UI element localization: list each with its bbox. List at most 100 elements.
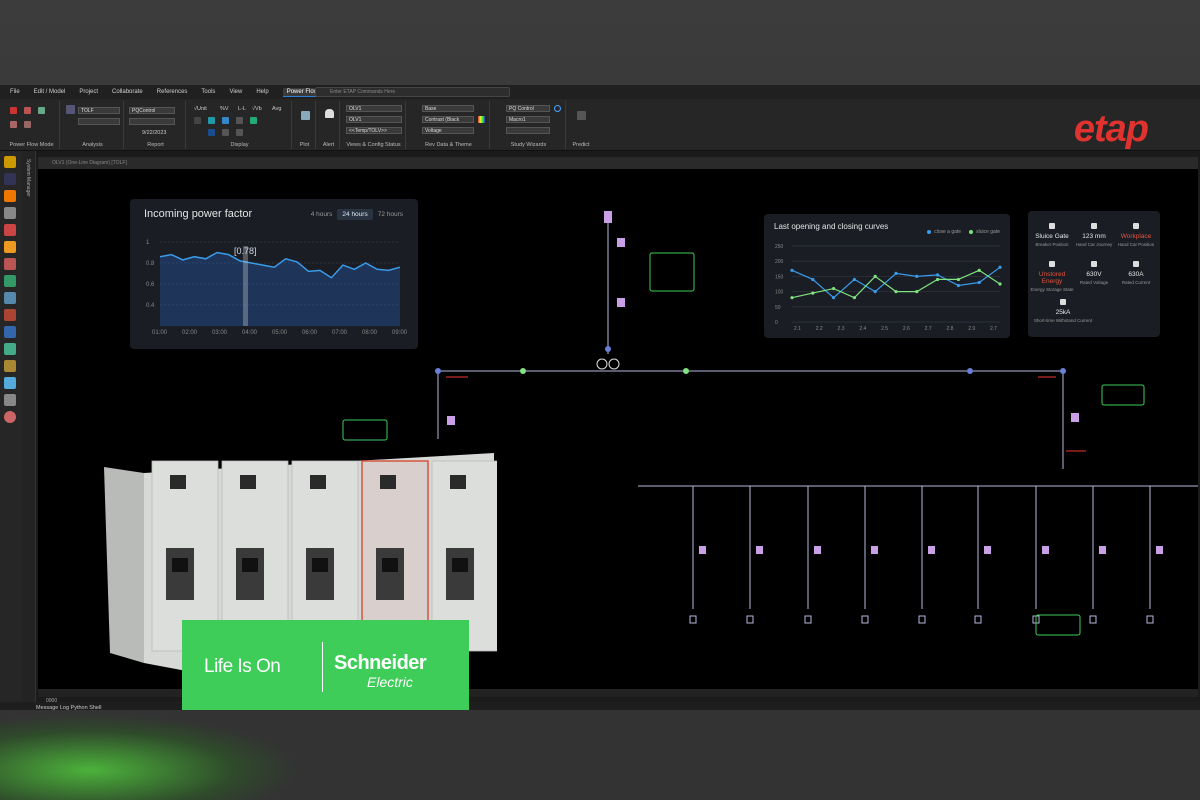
bus-icon[interactable] [4,156,16,168]
predict-icon[interactable] [577,111,586,120]
feeder-relay [871,546,878,554]
feeder-load [689,615,697,624]
info-item: 630A Rated Current [1112,261,1160,285]
data-point [936,273,940,277]
x-tick: 2.7 [990,326,997,332]
system-manager-panel[interactable]: System Manager [22,151,36,711]
info-item: Sluice Gate Breaker Position [1028,223,1076,247]
menu-item[interactable]: References [157,89,188,95]
menu-item[interactable]: File [10,89,20,95]
wave-icon[interactable] [4,292,16,304]
data-point [998,265,1002,269]
x-tick: 2.5 [881,326,888,332]
feeder-load [861,615,869,624]
ribbon-group-analysis: TOLF Analysis [62,101,124,149]
transformer-icon[interactable] [4,173,16,185]
menu-item[interactable]: Tools [201,89,215,95]
stop-icon[interactable] [10,121,17,128]
ribbon-group-display: √Unit %V L-L √Vb Avg Display [188,101,292,149]
data-point [873,274,877,278]
group-label: Views & Config Status [346,142,401,148]
globe-icon[interactable] [4,411,16,423]
warning-icon[interactable] [4,241,16,253]
cabinet-display [310,475,326,489]
cabinet-display [380,475,396,489]
display-icon[interactable] [236,129,243,136]
plot-icon[interactable] [301,111,310,120]
menu-item[interactable]: Help [256,89,268,95]
cabinet-display [170,475,186,489]
menu-item[interactable]: View [229,89,242,95]
pq-icon[interactable] [38,107,45,114]
display-icon[interactable] [222,117,229,124]
display-icon[interactable] [222,129,229,136]
y-tick: 200 [775,259,784,265]
analysis-case-select[interactable]: TOLF [78,107,120,114]
report-case-select[interactable]: PQControl [129,107,175,114]
run-wizard-icon[interactable] [554,105,561,112]
breaker-info-card: Sluice Gate Breaker Position 123 mm Hand Ca… [1028,211,1160,337]
run-icon[interactable] [10,107,17,114]
menu-item[interactable]: Collaborate [112,89,143,95]
current-icon [1133,261,1139,267]
electric-wordmark: Electric [367,674,413,690]
source-icon[interactable] [4,224,16,236]
wind-icon[interactable] [4,377,16,389]
document-tab[interactable]: OLV1 (One-Line Diagram) [TOLF] [38,157,1198,169]
display-avg-toggle[interactable]: Avg [272,106,281,112]
group-label: Study Wizards [510,142,547,148]
palette-icon[interactable] [478,116,485,123]
data-point [956,283,960,288]
etap-logo: etap [1073,108,1149,150]
generator-icon[interactable] [4,258,16,270]
view-select-2[interactable]: OLV1 [346,116,402,123]
display-icon[interactable] [208,129,215,136]
display-ll-toggle[interactable]: L-L [238,106,246,112]
report-date: 9/22/2023 [142,130,167,136]
ribbon-group-views: OLV1 OLV1 <<Temp/TOLV>> Views & Config S… [342,101,406,149]
meter-icon[interactable] [4,326,16,338]
study-wizard-select[interactable]: PQ Control [506,105,550,112]
report-format-select[interactable] [129,118,175,125]
view-select-3[interactable]: <<Temp/TOLV>> [346,127,402,134]
ribbon-group-power-flow-mode: Power Flow Mode [4,101,60,149]
group-label: Report [147,142,164,148]
display-icon[interactable] [194,117,201,124]
display-percent-v-toggle[interactable]: %V [220,106,229,112]
display-unit-toggle[interactable]: √Unit [194,106,207,112]
group-label: Predict [572,142,590,148]
element-toolbar [0,151,22,711]
command-search-input[interactable]: Enter ETAP Commands Here [315,87,510,97]
menu-item[interactable]: Edit / Model [34,89,66,95]
view-select-1[interactable]: OLV1 [346,105,402,112]
y-tick: 100 [775,290,784,296]
motor-icon[interactable] [4,207,16,219]
inverter-icon[interactable] [4,343,16,355]
battery-icon[interactable] [4,394,16,406]
display-icon[interactable] [250,117,257,124]
x-tick: 08:00 [362,330,378,336]
data-point [832,286,836,291]
feeder-relay [1042,546,1049,554]
cable-icon[interactable] [4,275,16,287]
feeder-load [918,615,926,624]
display-vb-toggle[interactable]: √Vb [252,106,262,112]
study-extra-select[interactable] [506,127,550,134]
lf-icon[interactable] [24,107,31,114]
menu-item[interactable]: Project [79,89,98,95]
study-case-icon[interactable] [66,105,75,114]
analysis-output-select[interactable] [78,118,120,125]
theme-select[interactable]: Contrast (Black [422,116,474,123]
bolt-icon[interactable] [4,190,16,202]
rev-data-select[interactable]: Base [422,105,474,112]
display-icon[interactable] [236,117,243,124]
color-mode-select[interactable]: Voltage [422,127,474,134]
info-label: Rated Current [1121,280,1151,285]
relay-icon[interactable] [4,309,16,321]
edit-icon[interactable] [24,121,31,128]
bell-icon[interactable] [325,109,334,118]
info-value: Unstored Energy [1038,271,1066,285]
macro-select[interactable]: Macro1 [506,116,550,123]
load-icon[interactable] [4,360,16,372]
display-icon[interactable] [208,117,215,124]
